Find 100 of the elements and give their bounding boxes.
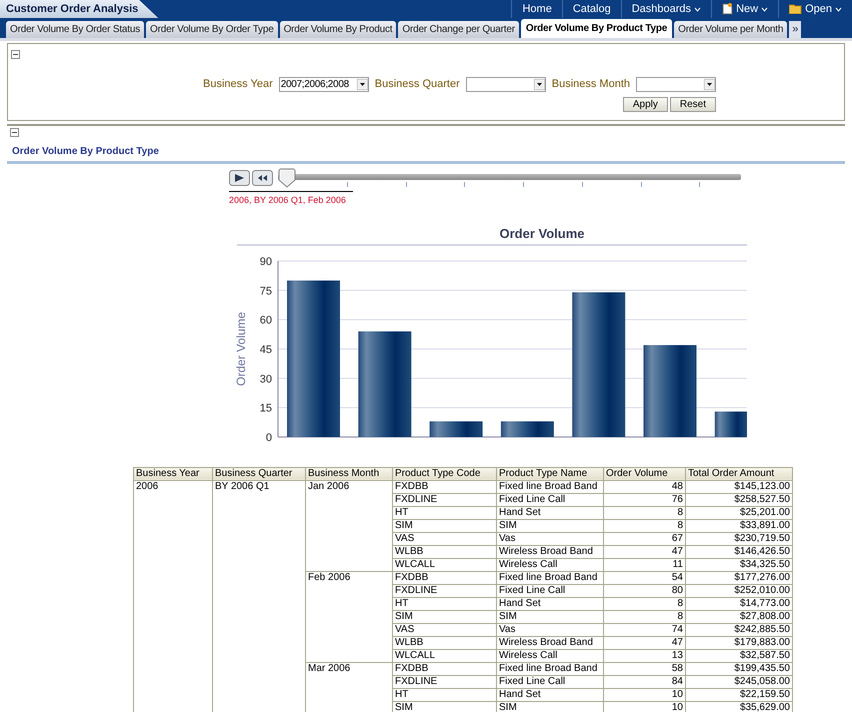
y-tick-label: 30 bbox=[260, 372, 272, 385]
more-tabs-button[interactable]: » bbox=[789, 21, 802, 38]
table-cell: 8 bbox=[604, 506, 686, 519]
table-cell: FXDLINE bbox=[392, 493, 496, 506]
table-cell: 67 bbox=[604, 532, 686, 545]
table-cell: 48 bbox=[604, 480, 686, 493]
table-cell: 8 bbox=[604, 610, 686, 623]
table-cell: $27,808.00 bbox=[686, 610, 792, 623]
chart-title: Order Volume bbox=[500, 226, 584, 240]
table-cell: 10 bbox=[604, 688, 686, 701]
table-cell: WLBB bbox=[392, 545, 496, 558]
table-cell: WLCALL bbox=[392, 558, 496, 571]
y-tick-label: 0 bbox=[266, 432, 272, 442]
table-cell: $34,325.50 bbox=[686, 558, 792, 571]
tick-mark bbox=[640, 182, 642, 186]
table-cell: Fixed Line Call bbox=[496, 493, 604, 506]
table-cell: Vas bbox=[496, 532, 604, 545]
table-cell: FXDBB bbox=[392, 480, 496, 493]
table-cell: 84 bbox=[604, 675, 686, 688]
table-cell: 58 bbox=[604, 662, 686, 675]
table-cell: $14,773.00 bbox=[686, 597, 792, 610]
bar bbox=[430, 420, 483, 436]
table-cell: HT bbox=[392, 597, 496, 610]
tab[interactable]: Order Change per Quarter bbox=[398, 21, 519, 38]
form-button[interactable]: Apply bbox=[622, 96, 668, 112]
table-cell: 74 bbox=[604, 623, 686, 636]
table-cell: VAS bbox=[392, 623, 496, 636]
table-cell: SIM bbox=[496, 519, 604, 532]
column-header[interactable]: Business Quarter bbox=[212, 467, 306, 480]
table-cell: Jan 2006 bbox=[306, 480, 392, 571]
tab[interactable]: Order Volume By Product Type bbox=[520, 19, 672, 38]
table-cell: Fixed line Broad Band bbox=[496, 480, 604, 493]
table-cell: VAS bbox=[392, 532, 496, 545]
form-button[interactable]: Reset bbox=[670, 96, 716, 112]
caret-icon bbox=[761, 6, 768, 12]
tab[interactable]: Order Volume By Order Type bbox=[146, 21, 278, 38]
table-cell: $179,883.00 bbox=[686, 636, 792, 649]
table-cell: 8 bbox=[604, 519, 686, 532]
column-header[interactable]: Product Type Name bbox=[496, 467, 604, 480]
table-cell: HT bbox=[392, 506, 496, 519]
table-cell: FXDLINE bbox=[392, 675, 496, 688]
table-cell: 47 bbox=[604, 636, 686, 649]
collapse-icon[interactable] bbox=[10, 128, 19, 137]
y-tick-label: 45 bbox=[260, 344, 272, 356]
dropdown-arrow-icon bbox=[534, 78, 545, 90]
table-cell: Wireless Broad Band bbox=[496, 545, 604, 558]
table-cell: SIM bbox=[392, 701, 496, 712]
table-cell: $146,426.50 bbox=[686, 545, 792, 558]
table-cell: $32,587.50 bbox=[686, 649, 792, 662]
table-cell: FXDBB bbox=[392, 662, 496, 675]
table-cell: Fixed Line Call bbox=[496, 584, 604, 597]
tick-mark bbox=[582, 182, 583, 186]
table-cell: Hand Set bbox=[496, 688, 604, 701]
bar bbox=[500, 420, 554, 436]
collapse-icon[interactable] bbox=[11, 50, 20, 59]
column-header[interactable]: Business Year bbox=[134, 467, 212, 480]
dropdown-arrow-icon bbox=[356, 78, 368, 90]
app-title: Customer Order Analysis bbox=[0, 0, 158, 18]
tick-mark bbox=[347, 182, 348, 186]
y-tick-label: 60 bbox=[260, 314, 272, 326]
table-cell: SIM bbox=[496, 701, 604, 712]
table-cell: $33,891.00 bbox=[686, 519, 792, 532]
filter-label: Business Year bbox=[203, 77, 273, 92]
table-cell: SIM bbox=[496, 610, 604, 623]
column-header[interactable]: Total Order Amount bbox=[686, 467, 792, 480]
table-cell: SIM bbox=[392, 610, 496, 623]
table-cell: $242,885.50 bbox=[686, 623, 792, 636]
table-cell: Mar 2006 bbox=[306, 662, 392, 712]
play-button[interactable] bbox=[229, 170, 250, 186]
table-cell: SIM bbox=[392, 519, 496, 532]
tab[interactable]: Order Volume By Order Status bbox=[6, 21, 144, 38]
table-cell: FXDBB bbox=[392, 571, 496, 584]
table-cell: 8 bbox=[604, 597, 686, 610]
table-cell: $258,527.50 bbox=[686, 493, 792, 506]
rewind-button[interactable] bbox=[252, 170, 273, 186]
slider-caption: 2006, BY 2006 Q1, Feb 2006 bbox=[229, 194, 346, 206]
table-cell: Feb 2006 bbox=[306, 571, 392, 662]
tick-mark bbox=[464, 182, 466, 186]
column-header[interactable]: Product Type Code bbox=[392, 467, 496, 480]
table-cell: $252,010.00 bbox=[686, 584, 792, 597]
table-cell: $145,123.00 bbox=[686, 480, 792, 493]
table-cell: WLCALL bbox=[392, 649, 496, 662]
column-header[interactable]: Business Month bbox=[306, 467, 392, 480]
table-cell: 54 bbox=[604, 571, 686, 584]
tick-mark bbox=[406, 182, 407, 186]
y-tick-label: 15 bbox=[260, 402, 272, 414]
tab[interactable]: Order Volume per Month bbox=[674, 21, 788, 38]
table-cell: Fixed Line Call bbox=[496, 675, 604, 688]
table-cell: Vas bbox=[496, 623, 604, 636]
filter-label: Business Month bbox=[552, 77, 630, 92]
dropdown-arrow-icon bbox=[704, 78, 715, 90]
dropdown[interactable]: 2007;2006;2008 bbox=[278, 76, 369, 92]
y-axis-title: Order Volume bbox=[234, 311, 248, 386]
dropdown[interactable] bbox=[466, 76, 546, 92]
folder-icon bbox=[789, 4, 802, 14]
slider-thumb[interactable] bbox=[278, 168, 296, 188]
filter-label: Business Quarter bbox=[374, 77, 460, 92]
column-header[interactable]: Order Volume bbox=[604, 467, 686, 480]
tab[interactable]: Order Volume By Product bbox=[280, 21, 396, 38]
dropdown[interactable] bbox=[636, 76, 716, 92]
